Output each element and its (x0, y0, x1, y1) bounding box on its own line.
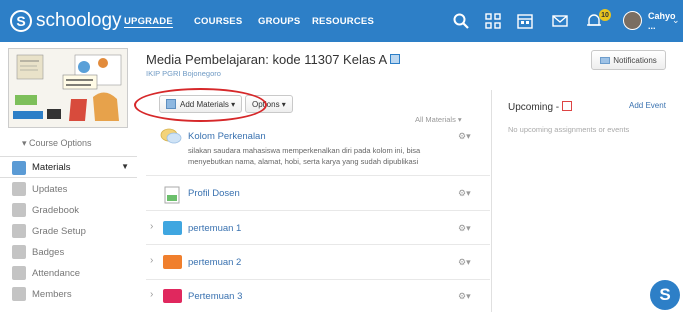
schoology-logo[interactable]: S schoology (10, 9, 122, 33)
divider (146, 279, 490, 280)
folder-icon (163, 221, 182, 235)
gear-icon[interactable]: ⚙▾ (458, 257, 471, 268)
sidebar-item-updates[interactable]: Updates (0, 178, 137, 200)
sidebar-item-label: Updates (32, 183, 68, 195)
nav-groups[interactable]: GROUPS (258, 0, 300, 42)
brand-name: schoology (36, 10, 122, 31)
sidebar-item-label: Attendance (32, 267, 81, 279)
attendance-icon (12, 266, 26, 280)
chevron-down-icon: ▾ (279, 99, 286, 109)
all-materials-filter[interactable]: All Materials ▾ (415, 115, 462, 124)
material-description: silakan saudara mahasiswa memperkenalkan… (188, 146, 421, 166)
gear-icon[interactable]: ⚙▾ (458, 223, 471, 234)
sidebar-item-materials[interactable]: Materials ▼ (0, 156, 137, 178)
divider (146, 244, 490, 245)
sidebar-item-label: Materials (32, 161, 71, 173)
notification-count-badge: 10 (599, 9, 611, 21)
course-options-toggle[interactable]: ▾ Course Options (22, 138, 92, 149)
calendar-icon[interactable] (562, 101, 573, 111)
page-icon (164, 186, 180, 204)
logo-s-icon: S (10, 10, 32, 32)
nav-courses[interactable]: COURSES (194, 0, 242, 42)
sidebar-item-label: Members (32, 288, 72, 300)
gear-icon[interactable]: ⚙▾ (458, 188, 471, 199)
notification-settings-icon (600, 56, 611, 64)
sidebar-item-label: Badges (32, 246, 65, 258)
sidebar-item-members[interactable]: Members (0, 283, 137, 305)
materials-icon (12, 161, 26, 175)
sidebar-item-label: Gradebook (32, 204, 80, 216)
search-icon[interactable] (452, 12, 470, 30)
calendar-icon[interactable] (516, 12, 534, 30)
chevron-right-icon: ▾ (22, 138, 30, 148)
messages-icon[interactable] (551, 12, 569, 30)
material-title-pertemuan-3[interactable]: Pertemuan 3 (188, 291, 242, 302)
discussion-icon (160, 128, 182, 144)
chevron-right-icon[interactable]: › (150, 289, 153, 300)
course-icon (390, 54, 401, 64)
gear-icon[interactable]: ⚙▾ (458, 131, 471, 142)
updates-icon (12, 182, 26, 196)
sidebar-item-badges[interactable]: Badges (0, 241, 137, 263)
help-chat-button[interactable]: S (650, 280, 680, 310)
divider (146, 210, 490, 211)
members-icon (12, 287, 26, 301)
sidebar-item-attendance[interactable]: Attendance (0, 262, 137, 284)
chevron-down-icon: ▼ (121, 162, 129, 171)
highlight-annotation (134, 88, 267, 122)
add-event-link[interactable]: Add Event (629, 101, 666, 110)
chevron-down-icon[interactable]: ⌄ (672, 15, 680, 26)
nav-resources[interactable]: RESOURCES (312, 0, 374, 42)
material-title-profil-dosen[interactable]: Profil Dosen (188, 188, 240, 199)
chevron-right-icon[interactable]: › (150, 221, 153, 232)
folder-icon (163, 255, 182, 269)
user-avatar[interactable] (623, 11, 642, 30)
sidebar-item-grade-setup[interactable]: Grade Setup (0, 220, 137, 242)
material-title-kolom-perkenalan[interactable]: Kolom Perkenalan (188, 131, 266, 142)
gear-icon[interactable]: ⚙▾ (458, 291, 471, 302)
course-thumbnail (8, 48, 128, 128)
nav-upgrade[interactable]: UPGRADE (124, 0, 173, 42)
grade-setup-icon (12, 224, 26, 238)
chevron-right-icon[interactable]: › (150, 255, 153, 266)
sidebar-item-gradebook[interactable]: Gradebook (0, 199, 137, 221)
notifications-button[interactable]: Notifications (591, 50, 666, 70)
material-title-pertemuan-1[interactable]: pertemuan 1 (188, 223, 241, 234)
page-title: Media Pembelajaran: kode 11307 Kelas A (146, 52, 401, 67)
folder-icon (163, 289, 182, 303)
chevron-down-icon: ▾ (455, 115, 462, 124)
badge-icon (12, 245, 26, 259)
upcoming-header: Upcoming - (508, 101, 573, 113)
apps-grid-icon[interactable] (484, 12, 502, 30)
material-title-pertemuan-2[interactable]: pertemuan 2 (188, 257, 241, 268)
sidebar-item-label: Grade Setup (32, 225, 86, 237)
divider (146, 175, 490, 176)
school-name[interactable]: IKIP PGRI Bojonegoro (146, 69, 221, 78)
gradebook-icon (12, 203, 26, 217)
column-divider (491, 90, 492, 312)
no-upcoming-message: No upcoming assignments or events (508, 125, 630, 134)
